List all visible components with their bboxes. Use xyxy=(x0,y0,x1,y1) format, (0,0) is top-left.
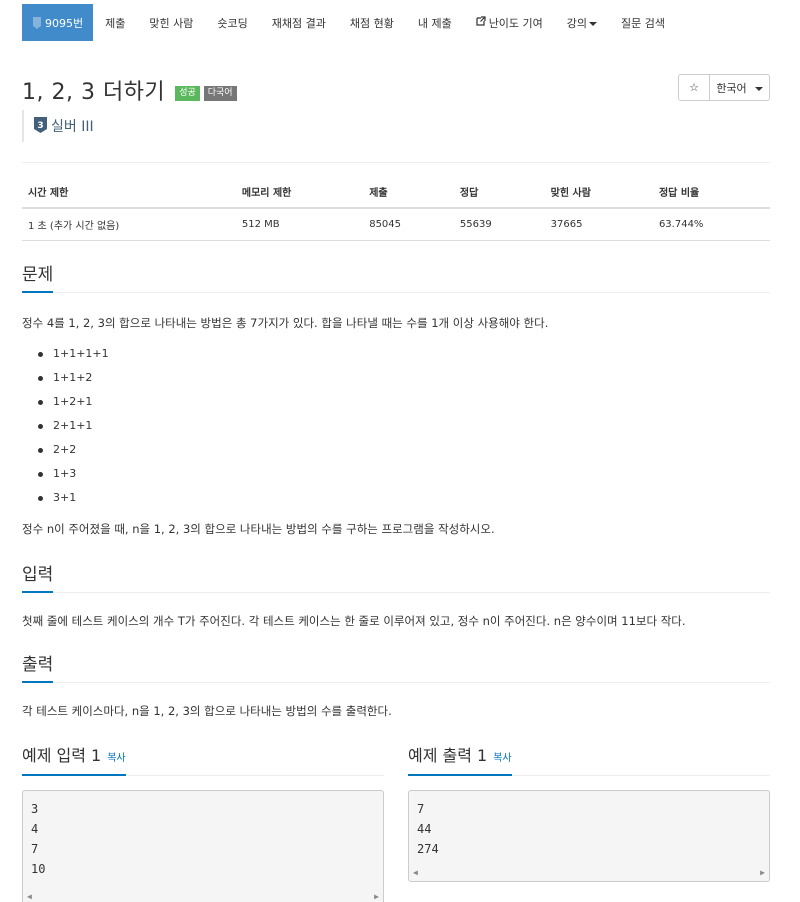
language-dropdown[interactable]: 한국어 xyxy=(710,74,770,101)
caret-down-icon xyxy=(754,86,763,91)
scroll-right-icon[interactable]: ▶ xyxy=(760,863,765,881)
header-accepted: 정답 xyxy=(453,176,545,209)
list-item: 3+1 xyxy=(38,488,109,512)
label-multilingual: 다국어 xyxy=(203,85,237,101)
nav-question-search[interactable]: 질문 검색 xyxy=(609,4,677,41)
star-icon: ☆ xyxy=(689,81,699,94)
sample-input-line: 10 xyxy=(31,862,46,876)
header-submissions: 제출 xyxy=(363,176,454,209)
output-description: 각 테스트 케이스마다, n을 1, 2, 3의 합으로 나타내는 방법의 수를… xyxy=(22,704,392,718)
accepted-value: 55639 xyxy=(453,208,545,241)
sample-output-title-wrap: 예제 출력 1 복사 xyxy=(408,742,512,776)
table-header-row: 시간 제한 메모리 제한 제출 정답 맞힌 사람 정답 비율 xyxy=(22,176,770,209)
section-rule xyxy=(22,592,770,593)
section-problem-title: 문제 xyxy=(22,260,54,293)
copy-output-button[interactable]: 복사 xyxy=(493,753,511,764)
problem-description: 정수 4를 1, 2, 3의 합으로 나타내는 방법은 총 7가지가 있다. 합… xyxy=(22,316,549,330)
tier-row: 3 실버 III xyxy=(22,110,94,142)
table-row: 1 초 (추가 시간 없음) 512 MB 85045 55639 37665 … xyxy=(22,208,770,241)
divider xyxy=(22,162,770,163)
list-item: 1+3 xyxy=(38,464,109,488)
sample-input-title: 예제 입력 1 xyxy=(22,746,102,765)
list-item: 2+2 xyxy=(38,440,109,464)
sample-output-line: 44 xyxy=(417,822,432,836)
silver-tier-icon[interactable]: 3 xyxy=(34,116,47,136)
sample-output-header: 예제 출력 1 복사 xyxy=(408,742,770,776)
header-solved-users: 맞힌 사람 xyxy=(544,176,653,209)
sample-input-line: 4 xyxy=(31,822,39,836)
header-memory-limit: 메모리 제한 xyxy=(235,176,364,209)
problem-number: 9095번 xyxy=(45,16,84,30)
time-limit-value: 1 초 (추가 시간 없음) xyxy=(22,208,236,241)
tier-badge-icon xyxy=(32,16,42,29)
star-button[interactable]: ☆ xyxy=(678,74,710,101)
sample-input-line: 3 xyxy=(31,802,39,816)
title-button-group: ☆ 한국어 xyxy=(678,74,770,101)
problem-info-table: 시간 제한 메모리 제한 제출 정답 맞힌 사람 정답 비율 1 초 (추가 시… xyxy=(22,176,770,241)
list-item: 1+1+1+1 xyxy=(38,344,109,368)
section-output-title: 출력 xyxy=(22,650,54,683)
header-time-limit: 시간 제한 xyxy=(22,176,236,209)
section-output-header: 출력 xyxy=(22,650,770,683)
sample-input-title-wrap: 예제 입력 1 복사 xyxy=(22,742,126,776)
scroll-left-icon[interactable]: ◀ xyxy=(27,887,32,902)
sum-list: 1+1+1+1 1+1+2 1+2+1 2+1+1 2+2 1+3 3+1 xyxy=(38,344,109,512)
scroll-right-icon[interactable]: ▶ xyxy=(374,887,379,902)
section-rule xyxy=(22,682,770,683)
header-accept-ratio: 정답 비율 xyxy=(652,176,770,209)
label-success: 성공 xyxy=(175,85,200,101)
list-item: 2+1+1 xyxy=(38,416,109,440)
list-item: 1+1+2 xyxy=(38,368,109,392)
nav-lectures-label: 강의 xyxy=(566,16,588,30)
problem-title: 1, 2, 3 더하기 xyxy=(22,80,166,105)
problem-task: 정수 n이 주어졌을 때, n을 1, 2, 3의 합으로 나타내는 방법의 수… xyxy=(22,522,495,536)
svg-text:3: 3 xyxy=(37,121,43,131)
sample-output-box[interactable]: 7 44 274 ◀ ▶ xyxy=(408,790,770,882)
copy-input-button[interactable]: 복사 xyxy=(107,753,125,764)
memory-limit-value: 512 MB xyxy=(235,208,364,241)
nav-status[interactable]: 채점 현황 xyxy=(338,4,406,41)
nav-rejudge[interactable]: 재채점 결과 xyxy=(260,4,338,41)
solved-users-value: 37665 xyxy=(544,208,653,241)
accept-ratio-value: 63.744% xyxy=(652,208,770,241)
section-input-header: 입력 xyxy=(22,560,770,593)
sample-output-line: 7 xyxy=(417,802,425,816)
horizontal-scrollbar[interactable]: ◀ ▶ xyxy=(23,889,383,902)
section-rule xyxy=(22,292,770,293)
list-item: 1+2+1 xyxy=(38,392,109,416)
language-label: 한국어 xyxy=(716,81,747,95)
scroll-left-icon[interactable]: ◀ xyxy=(413,863,418,881)
sample-input-box[interactable]: 3 4 7 10 ◀ ▶ xyxy=(22,790,384,902)
horizontal-scrollbar[interactable]: ◀ ▶ xyxy=(409,865,769,881)
sample-output-title: 예제 출력 1 xyxy=(408,746,488,765)
sample-input-header: 예제 입력 1 복사 xyxy=(22,742,384,776)
problem-number-tab[interactable]: 9095번 xyxy=(22,4,94,41)
external-link-icon xyxy=(476,16,486,29)
nav-lectures[interactable]: 강의 xyxy=(555,4,609,41)
input-description: 첫째 줄에 테스트 케이스의 개수 T가 주어진다. 각 테스트 케이스는 한 … xyxy=(22,614,686,628)
nav-difficulty-contribution[interactable]: 난이도 기여 xyxy=(464,4,555,41)
section-problem-header: 문제 xyxy=(22,260,770,293)
caret-down-icon xyxy=(589,21,598,26)
sample-output-line: 274 xyxy=(417,842,439,856)
submissions-value: 85045 xyxy=(363,208,454,241)
nav-my-submissions[interactable]: 내 제출 xyxy=(406,4,464,41)
sample-input-line: 7 xyxy=(31,842,39,856)
section-input-title: 입력 xyxy=(22,560,54,593)
nav-difficulty-label: 난이도 기여 xyxy=(488,16,543,30)
tier-label[interactable]: 실버 III xyxy=(51,116,94,136)
problem-title-row: 1, 2, 3 더하기 성공 다국어 xyxy=(22,74,237,106)
problem-menu: 9095번 제출 맞힌 사람 숏코딩 재채점 결과 채점 현황 내 제출 난이도… xyxy=(22,4,677,41)
nav-submit[interactable]: 제출 xyxy=(93,4,137,41)
nav-short-coding[interactable]: 숏코딩 xyxy=(205,4,259,41)
nav-solved-users[interactable]: 맞힌 사람 xyxy=(137,4,205,41)
